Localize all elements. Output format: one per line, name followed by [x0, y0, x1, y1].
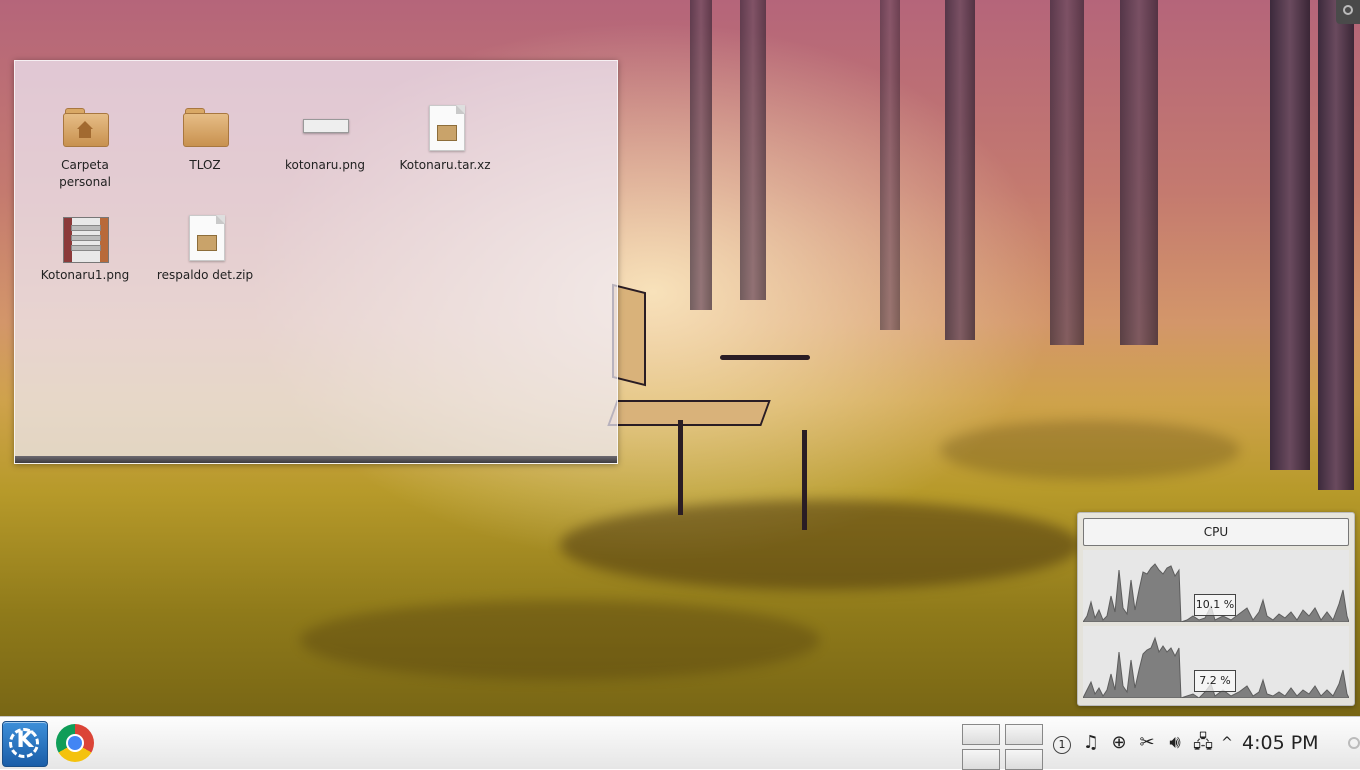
tree-trunk [1318, 0, 1354, 490]
icon-label: Kotonaru1.png [40, 268, 130, 282]
folder-view-resize-bar[interactable] [15, 456, 617, 463]
desktop-2[interactable] [1005, 724, 1043, 745]
bench-leg [678, 420, 683, 515]
tree-trunk [690, 0, 712, 310]
desktop-icon-home-folder[interactable]: Carpeta personal [30, 105, 140, 191]
toolbox-icon [1343, 5, 1353, 15]
folder-icon [181, 105, 229, 153]
chrome-icon [66, 734, 84, 752]
cpu-graph-2: 7.2 % [1083, 626, 1349, 698]
desktop-icon-kotonaru-png[interactable]: kotonaru.png [270, 105, 380, 174]
network-icon[interactable]: 🖧︎ [1192, 731, 1214, 755]
virtual-desktop-pager [962, 721, 1046, 770]
tree-trunk [880, 0, 900, 330]
icon-label: Carpeta personal [59, 158, 111, 189]
icon-label: kotonaru.png [284, 158, 366, 172]
bench-seat [607, 400, 771, 426]
desktop-icon-respaldo-zip[interactable]: respaldo det.zip [150, 215, 260, 284]
cpu-graph-1-value: 10.1 % [1194, 594, 1236, 616]
tree-trunk [740, 0, 766, 300]
lifebuoy-icon[interactable]: ⊕ [1107, 731, 1131, 755]
bench-leg [720, 355, 810, 360]
archive-file-icon [181, 215, 229, 263]
image-file-icon [301, 105, 349, 153]
cpu-graph-2-value: 7.2 % [1194, 670, 1236, 692]
taskbar-panel: K 1 ♫ ⊕ ✂ 🔊︎ 🖧︎ ^ 4:05 PM [0, 716, 1360, 770]
volume-icon[interactable]: 🔊︎ [1163, 731, 1187, 755]
desktop-icon-tloz[interactable]: TLOZ [150, 105, 260, 174]
kde-logo-glyph: K [16, 728, 34, 753]
desktop-icon-kotonaru1-png[interactable]: Kotonaru1.png [30, 215, 140, 284]
grass-shadow [940, 420, 1240, 480]
chevron-up-icon[interactable]: ^ [1219, 731, 1235, 755]
tree-trunk [1270, 0, 1310, 470]
panel-toolbox-icon [1348, 737, 1360, 749]
tree-trunk [1120, 0, 1158, 345]
cpu-monitor-widget[interactable]: CPU 10.1 % 7.2 % [1077, 512, 1355, 706]
icon-label: TLOZ [189, 158, 221, 172]
bench-shadow [560, 500, 1080, 590]
tree-trunk [945, 0, 975, 340]
archive-file-icon [421, 105, 469, 153]
icon-label: Kotonaru.tar.xz [399, 158, 491, 172]
icon-label: respaldo det.zip [156, 268, 254, 282]
panel-toolbox-button[interactable] [1346, 731, 1360, 755]
notifications-count: 1 [1053, 736, 1071, 754]
desktop-icon-kotonaru-tar-xz[interactable]: Kotonaru.tar.xz [390, 105, 500, 174]
bench-leg [802, 430, 807, 530]
digital-clock[interactable]: 4:05 PM [1242, 731, 1319, 755]
scissors-icon[interactable]: ✂ [1136, 731, 1158, 755]
chrome-launcher[interactable] [56, 724, 94, 762]
desktop-toolbox-button[interactable] [1336, 0, 1360, 24]
image-file-icon [61, 215, 109, 263]
music-note-icon[interactable]: ♫ [1080, 731, 1102, 755]
cpu-widget-title: CPU [1083, 518, 1349, 546]
desktop-3[interactable] [962, 749, 1000, 770]
desktop-folder-view: Carpeta personal TLOZ kotonaru.png Koton… [14, 60, 618, 464]
tree-trunk [1050, 0, 1084, 345]
desktop-1[interactable] [962, 724, 1000, 745]
grass-shadow [300, 600, 820, 680]
kde-menu-button[interactable]: K [2, 721, 48, 767]
desktop-4[interactable] [1005, 749, 1043, 770]
cpu-graph-1: 10.1 % [1083, 550, 1349, 622]
home-folder-icon [61, 105, 109, 153]
notifications-button[interactable]: 1 [1052, 731, 1072, 755]
